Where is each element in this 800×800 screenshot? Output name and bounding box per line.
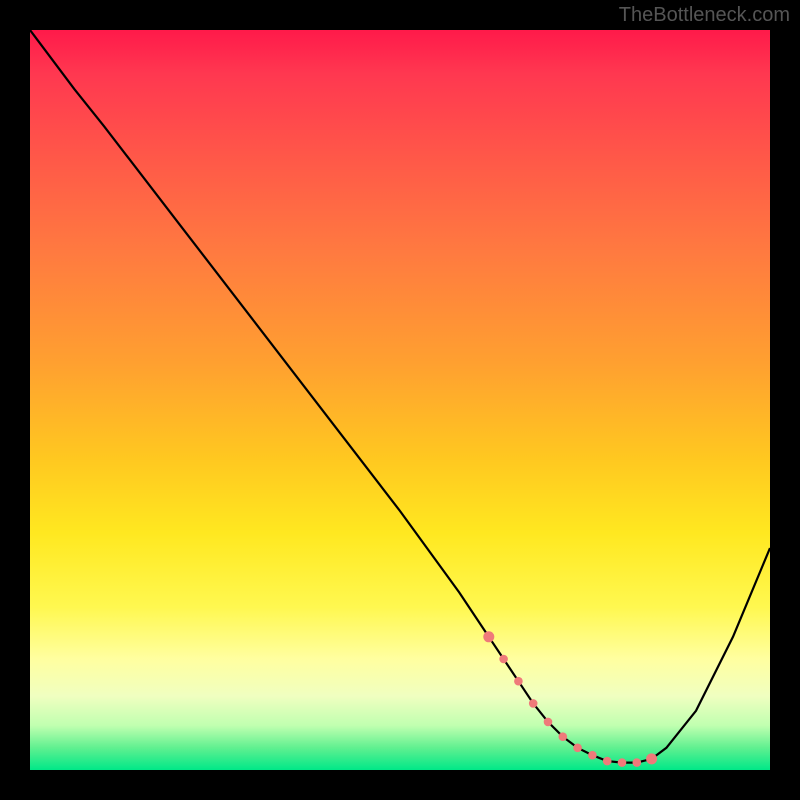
- highlight-dot: [544, 718, 553, 727]
- highlight-dot: [618, 758, 627, 767]
- highlight-dot: [529, 699, 538, 708]
- curve-line: [30, 30, 770, 763]
- highlight-dot: [499, 655, 508, 664]
- highlight-dot: [588, 751, 597, 760]
- plot-area: [30, 30, 770, 770]
- watermark-text: TheBottleneck.com: [619, 4, 790, 27]
- highlight-dot: [514, 677, 523, 686]
- highlight-dots: [483, 631, 657, 767]
- highlight-dot: [573, 744, 582, 753]
- highlight-dot: [559, 732, 568, 741]
- highlight-dot: [633, 758, 642, 767]
- highlight-dot: [483, 631, 494, 642]
- highlight-dot: [646, 753, 657, 764]
- highlight-dot: [603, 757, 612, 766]
- chart-svg: [30, 30, 770, 770]
